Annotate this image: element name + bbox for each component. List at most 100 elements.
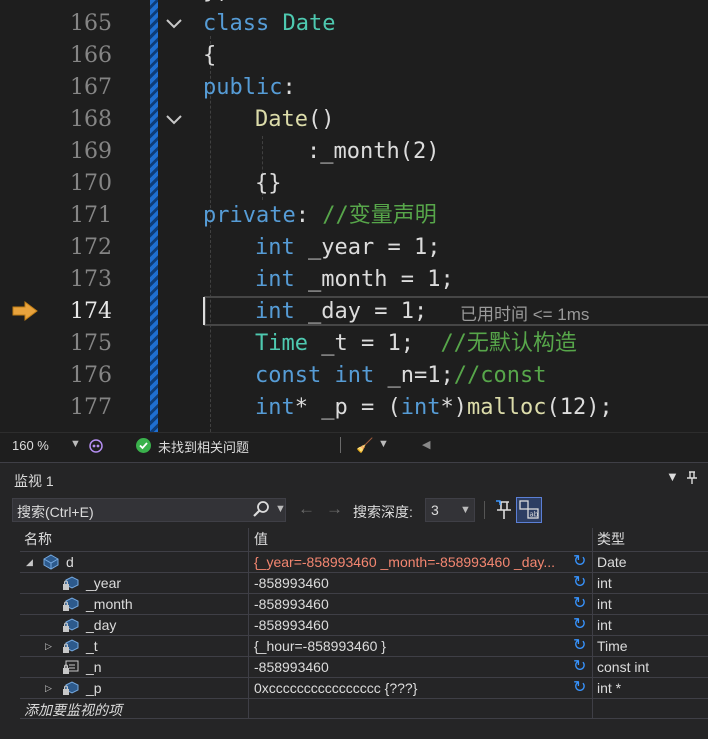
watch-item-value[interactable]: 0xcccccccccccccccc {???} xyxy=(254,678,584,698)
code-line: int* _p = (int*)malloc(12); xyxy=(255,395,613,420)
window-options-dropdown-icon[interactable]: ▼ xyxy=(666,469,679,484)
code-line: class Date xyxy=(203,11,336,36)
code-line: public: xyxy=(203,75,296,100)
private-field-icon xyxy=(63,618,79,632)
line-number: 170 xyxy=(70,171,112,196)
chevron-down-icon: ▼ xyxy=(460,504,471,516)
code-area[interactable]: }; class Date { public: Date() :_month(2… xyxy=(203,0,708,432)
watch-row[interactable]: ◢ d {_year=-858993460 _month=-858993460 … xyxy=(20,551,708,572)
search-next-icon[interactable]: → xyxy=(326,499,343,519)
column-header-name[interactable]: 名称 xyxy=(24,528,52,550)
watch-item-name: d xyxy=(66,554,74,570)
search-input[interactable]: 搜索(Ctrl+E) ▼ xyxy=(12,498,286,522)
hexadecimal-icon: ab xyxy=(519,500,539,519)
watch-item-value[interactable]: {_year=-858993460 _month=-858993460 _day… xyxy=(254,552,584,572)
watch-item-name: _t xyxy=(86,638,98,654)
watch-window: 监视 1 ▼ 搜索(Ctrl+E) ▼ ← → 搜索深度: 3 ▼ ab 名称 … xyxy=(0,462,708,739)
collapse-chevron-icon[interactable] xyxy=(164,14,184,34)
code-cleanup-icon[interactable]: 🧹 xyxy=(356,437,373,454)
watch-item-value[interactable]: -858993460 xyxy=(254,615,584,635)
search-previous-icon[interactable]: ← xyxy=(298,499,315,519)
search-icon[interactable] xyxy=(252,500,270,518)
search-options-dropdown-icon[interactable]: ▼ xyxy=(275,503,286,515)
current-statement-arrow-icon xyxy=(12,301,38,321)
pin-window-icon[interactable] xyxy=(686,471,698,485)
search-depth-value: 3 xyxy=(431,502,439,518)
line-number-partial xyxy=(46,0,112,8)
watch-item-name: _n xyxy=(86,659,102,675)
watch-item-type: Time xyxy=(597,638,628,654)
watch-item-type: int xyxy=(597,575,612,591)
zoom-level[interactable]: 160 % xyxy=(12,438,49,453)
watch-item-type: const int xyxy=(597,659,650,675)
watch-row[interactable]: ▷ _p 0xcccccccccccccccc {???} ↻ int * xyxy=(20,677,708,698)
column-header-type[interactable]: 类型 xyxy=(597,528,625,550)
private-field-icon xyxy=(63,597,79,611)
watch-item-value[interactable]: -858993460 xyxy=(254,657,584,677)
watch-item-value[interactable]: -858993460 xyxy=(254,573,584,593)
watch-item-type: int * xyxy=(597,680,622,696)
line-number: 167 xyxy=(70,75,112,100)
refresh-icon[interactable]: ↻ xyxy=(573,637,586,655)
code-line: Date() xyxy=(255,107,335,132)
line-number: 173 xyxy=(70,267,112,292)
refresh-icon[interactable]: ↻ xyxy=(573,553,586,571)
perf-tip-elapsed: 已用时间 <= 1ms xyxy=(460,305,590,324)
watch-item-type: int xyxy=(597,617,612,633)
refresh-icon[interactable]: ↻ xyxy=(573,658,586,676)
expand-triangle-icon[interactable]: ▷ xyxy=(45,636,52,656)
object-icon xyxy=(43,554,59,570)
add-watch-placeholder: 添加要监视的项 xyxy=(24,702,122,718)
watch-row[interactable]: _n -858993460 ↻ const int xyxy=(20,656,708,677)
collapse-chevron-icon[interactable] xyxy=(164,110,184,130)
line-number: 176 xyxy=(70,363,112,388)
hex-display-toggle[interactable]: ab xyxy=(516,497,542,523)
refresh-icon[interactable]: ↻ xyxy=(573,679,586,697)
change-tracking-bar xyxy=(150,0,158,432)
code-line: int _year = 1; xyxy=(255,235,441,260)
watch-row[interactable]: _day -858993460 ↻ int xyxy=(20,614,708,635)
collapse-triangle-icon[interactable]: ◢ xyxy=(26,552,33,572)
watch-item-value[interactable]: {_hour=-858993460 } xyxy=(254,636,584,656)
watch-row[interactable]: _year -858993460 ↻ int xyxy=(20,572,708,593)
line-number: 168 xyxy=(70,107,112,132)
copilot-icon[interactable] xyxy=(88,438,104,454)
code-line-current: int _day = 1; xyxy=(255,299,428,324)
line-numbers: 165 166 167 168 169 170 171 172 173 174 … xyxy=(46,0,112,432)
line-number: 166 xyxy=(70,43,112,68)
watch-item-name: _p xyxy=(86,680,102,696)
issues-status[interactable]: 未找到相关问题 xyxy=(158,437,249,456)
refresh-icon[interactable]: ↻ xyxy=(573,616,586,634)
watch-window-title[interactable]: 监视 1 xyxy=(14,471,54,491)
watch-item-name: _day xyxy=(86,617,117,633)
refresh-icon[interactable]: ↻ xyxy=(573,595,586,613)
code-line-partial: }; xyxy=(203,0,230,8)
line-number: 169 xyxy=(70,139,112,164)
add-watch-item-row[interactable]: 添加要监视的项 xyxy=(20,698,708,719)
code-editor[interactable]: 165 166 167 168 169 170 171 172 173 174 … xyxy=(0,0,708,432)
scroll-left-icon[interactable]: ◀ xyxy=(422,438,430,451)
separator xyxy=(340,437,341,453)
code-cleanup-dropdown-icon[interactable]: ▼ xyxy=(378,438,389,450)
zoom-dropdown-icon[interactable]: ▼ xyxy=(70,438,81,450)
watch-row[interactable]: _month -858993460 ↻ int xyxy=(20,593,708,614)
watch-item-value[interactable]: -858993460 xyxy=(254,594,584,614)
refresh-icon[interactable]: ↻ xyxy=(573,574,586,592)
private-constant-icon xyxy=(63,660,79,674)
watch-item-name: _month xyxy=(86,596,133,612)
search-placeholder: 搜索(Ctrl+E) xyxy=(17,504,94,520)
pin-source-icon[interactable] xyxy=(494,499,514,521)
code-line: private: //变量声明 xyxy=(203,203,437,228)
line-number: 175 xyxy=(70,331,112,356)
line-number: 171 xyxy=(70,203,112,228)
watch-toolbar: 搜索(Ctrl+E) ▼ ← → 搜索深度: 3 ▼ ab xyxy=(0,495,708,525)
expand-triangle-icon[interactable]: ▷ xyxy=(45,678,52,698)
svg-text:ab: ab xyxy=(530,511,539,519)
line-number: 172 xyxy=(70,235,112,260)
watch-row[interactable]: ▷ _t {_hour=-858993460 } ↻ Time xyxy=(20,635,708,656)
watch-item-type: Date xyxy=(597,554,627,570)
column-header-value[interactable]: 值 xyxy=(254,528,268,550)
private-field-icon xyxy=(63,681,79,695)
search-depth-select[interactable]: 3 ▼ xyxy=(425,498,475,522)
code-line: { xyxy=(203,43,217,68)
